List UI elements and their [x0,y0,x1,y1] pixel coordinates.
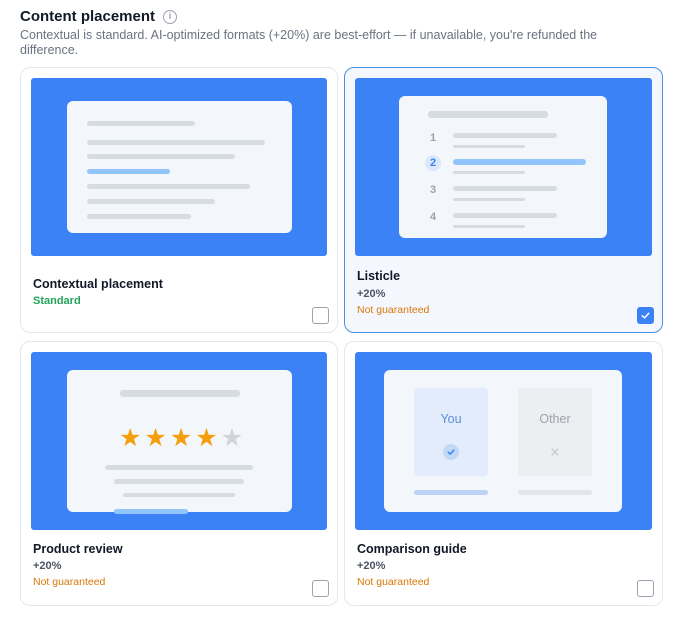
star-rating: ★ ★ ★ ★ ★ [119,426,243,451]
comparison-panel: You Other [384,370,622,512]
article-text-line [87,154,235,159]
comparison-column-other: Other [518,388,592,476]
info-icon[interactable]: i [163,9,178,24]
list-item-line-highlighted [453,159,586,165]
list-item-subline [453,198,525,201]
section-title: Content placement [20,8,156,25]
availability-note: Not guaranteed [357,576,430,588]
card-title: Listicle [357,269,401,283]
option-card-contextual[interactable]: Contextual placement Standard [20,67,338,333]
star-filled-icon: ★ [144,424,167,452]
other-bar [518,490,592,495]
list-number-2: 2 [425,155,441,171]
review-panel: ★ ★ ★ ★ ★ [67,370,292,514]
article-panel [67,101,292,233]
review-text-line [114,479,244,484]
review-text-line [105,465,253,470]
list-item-subline [453,171,525,174]
list-item-line [453,213,557,218]
review-title-line [120,390,240,397]
star-empty-icon: ★ [220,424,244,452]
card-title: Contextual placement [33,277,163,291]
article-title-line [87,121,195,126]
list-number-4: 4 [429,211,437,223]
star-filled-icon: ★ [169,424,193,452]
list-number-3: 3 [429,184,437,196]
list-item-line [453,133,557,138]
card-title: Product review [33,542,123,556]
star-filled-icon: ★ [195,424,218,452]
contextual-checkbox[interactable] [312,307,329,324]
listicle-checkbox[interactable] [637,307,654,324]
article-text-line [87,214,191,219]
option-card-comparison-guide[interactable]: You Other Comparison guide +20% Not guar… [344,341,663,606]
list-number-1: 1 [429,132,437,144]
price-surcharge: +20% [357,560,386,572]
list-panel: 1 2 3 4 [399,96,607,238]
article-text-line [87,140,265,145]
contextual-preview [31,78,327,256]
price-surcharge: +20% [357,288,386,300]
section-description: Contextual is standard. AI-optimized for… [20,28,598,57]
availability-note: Not guaranteed [357,304,430,316]
review-link-line [114,509,188,514]
list-item-subline [453,145,525,148]
comparison-preview: You Other [355,352,652,530]
other-label: Other [539,412,571,426]
you-bar [414,490,488,495]
list-item-line [453,186,557,191]
card-title: Comparison guide [357,542,467,556]
listicle-preview: 1 2 3 4 [355,78,652,256]
list-title-line [428,111,548,118]
article-text-line [87,184,250,189]
comparison-column-you: You [414,388,488,476]
product-review-preview: ★ ★ ★ ★ ★ [31,352,327,530]
option-card-product-review[interactable]: ★ ★ ★ ★ ★ Product review +20% Not guaranteed [20,341,338,606]
price-surcharge: +20% [33,560,62,572]
standard-badge: Standard [33,295,81,307]
you-label: You [440,412,462,426]
cross-icon [547,444,563,460]
product-review-checkbox[interactable] [312,580,329,597]
section-header: Content placement i Contextual is standa… [20,8,660,58]
title-row: Content placement i [20,8,660,25]
check-circle-icon [443,444,459,460]
list-item-subline [453,225,525,228]
article-text-line [87,199,215,204]
comparison-guide-checkbox[interactable] [637,580,654,597]
highlighted-link-line [87,169,170,174]
review-text-line [123,493,235,497]
availability-note: Not guaranteed [33,576,106,588]
star-filled-icon: ★ [119,424,142,452]
check-icon [641,312,650,319]
option-card-listicle[interactable]: 1 2 3 4 Listicle +20% Not guaranteed [344,67,663,333]
